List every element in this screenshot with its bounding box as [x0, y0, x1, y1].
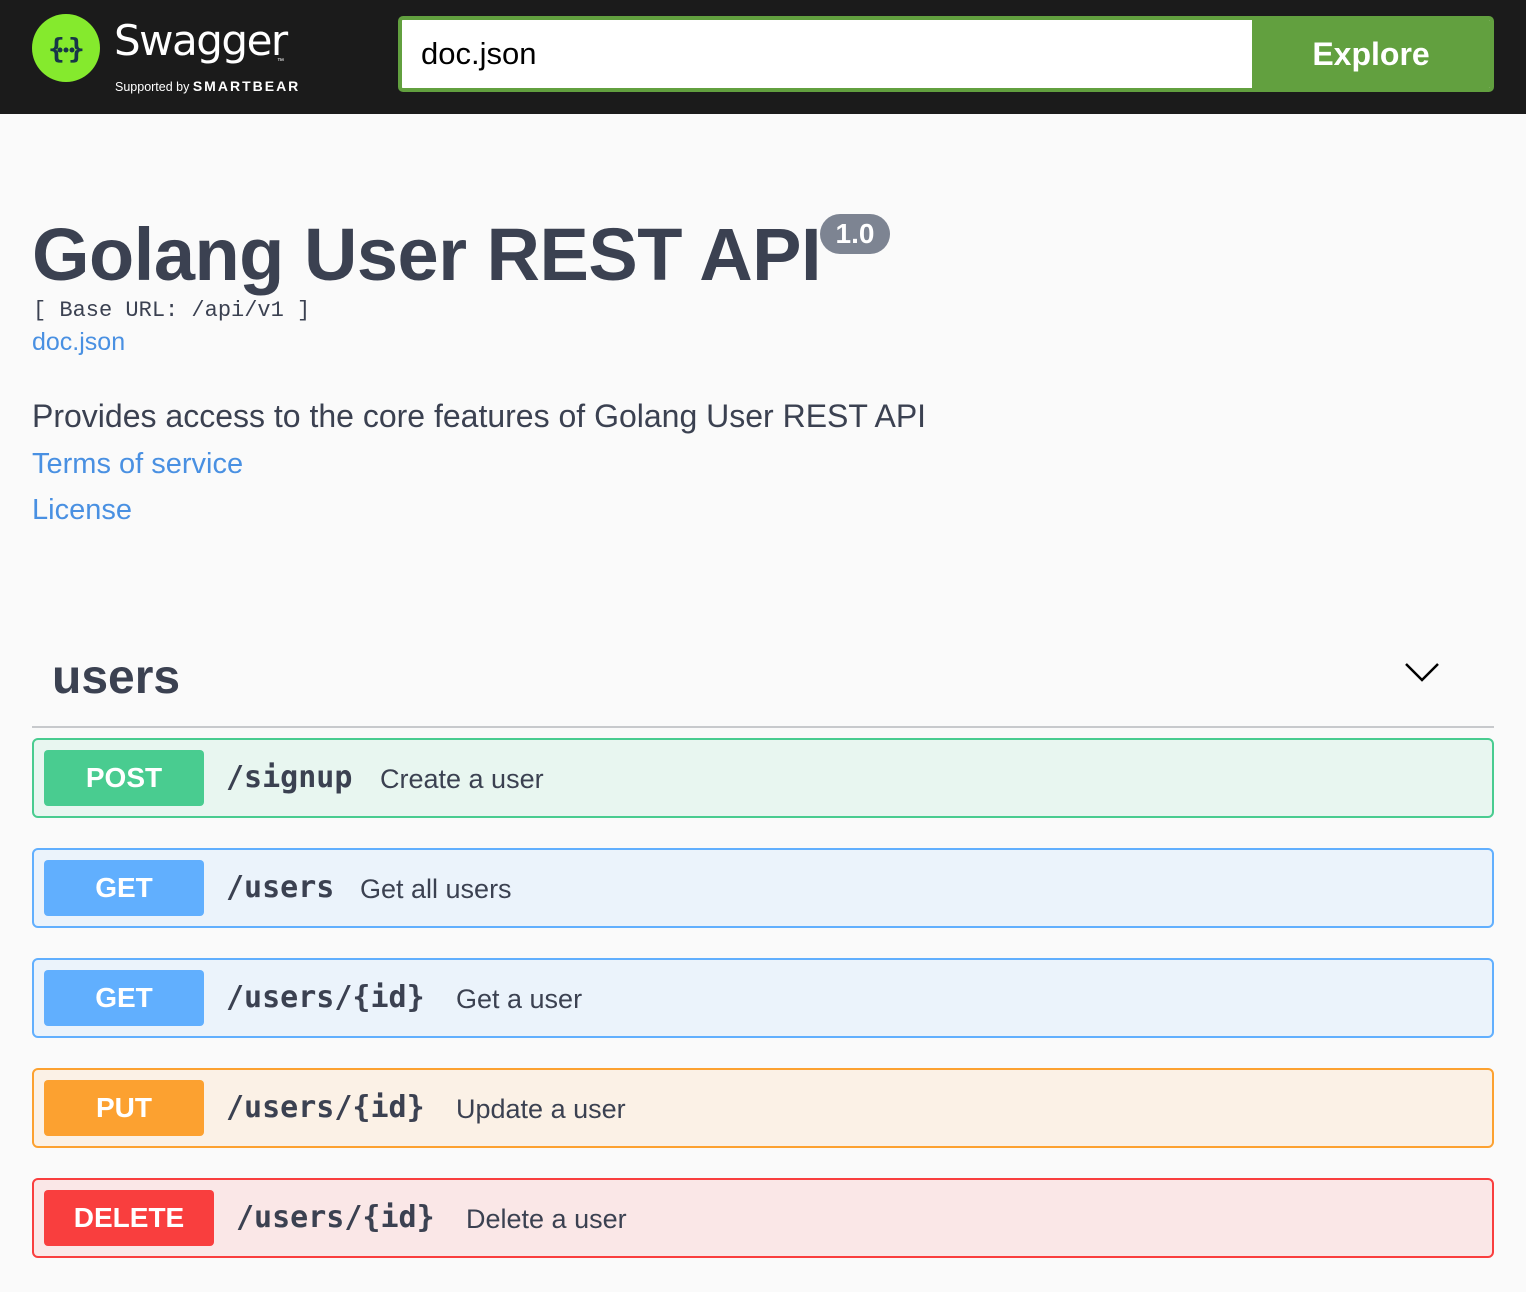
operation-summary: Delete a user [466, 1204, 627, 1234]
brand-trademark: ™ [277, 58, 284, 65]
svg-text:}: } [68, 32, 85, 65]
svg-text:{: { [48, 32, 65, 65]
tag-users-header[interactable]: users [32, 640, 1494, 728]
license-link[interactable]: License [32, 494, 132, 527]
operation-path: /users/{id} [236, 1200, 435, 1235]
operation-path: /users [226, 870, 335, 905]
api-title: Golang User REST API [32, 213, 822, 296]
chevron-down-icon[interactable] [1404, 658, 1440, 686]
method-badge: GET [44, 860, 204, 916]
base-url: [ Base URL: /api/v1 ] [33, 298, 311, 323]
operation-summary: Get a user [456, 984, 583, 1014]
operation-post-signup[interactable]: POST /signup Create a user [32, 738, 1494, 818]
spec-link[interactable]: doc.json [32, 328, 125, 357]
tag-name: users [52, 651, 181, 704]
operation-delete-user-by-id[interactable]: DELETE /users/{id} Delete a user [32, 1178, 1494, 1258]
api-description: Provides access to the core features of … [32, 398, 927, 434]
terms-of-service-link[interactable]: Terms of service [32, 448, 243, 481]
operation-get-users[interactable]: GET /users Get all users [32, 848, 1494, 928]
supported-by-label: Supported by [115, 80, 190, 94]
operation-path: /users/{id} [226, 1090, 425, 1125]
swagger-logo-icon[interactable]: { … { } [32, 14, 100, 82]
explore-form: Explore [398, 16, 1494, 92]
operation-path: /signup [226, 760, 353, 795]
method-badge: POST [44, 750, 204, 806]
supported-by-text: Supported by SMARTBEAR [115, 78, 300, 94]
method-badge: GET [44, 970, 204, 1026]
supporter-name: SMARTBEAR [192, 78, 301, 94]
method-badge: PUT [44, 1080, 204, 1136]
method-badge: DELETE [44, 1190, 214, 1246]
operation-get-user-by-id[interactable]: GET /users/{id} Get a user [32, 958, 1494, 1038]
operation-put-user-by-id[interactable]: PUT /users/{id} Update a user [32, 1068, 1494, 1148]
operation-summary: Get all users [360, 874, 512, 904]
version-badge: 1.0 [820, 214, 890, 254]
explore-button[interactable]: Explore [1252, 20, 1490, 88]
topbar: { … { } Swagger ™ Supported by SMARTBEAR… [0, 0, 1526, 114]
operation-path: /users/{id} [226, 980, 425, 1015]
brand-name: Swagger [114, 16, 288, 65]
spec-url-input[interactable] [402, 20, 1252, 88]
operation-summary: Update a user [456, 1094, 626, 1124]
operation-summary: Create a user [380, 764, 544, 794]
